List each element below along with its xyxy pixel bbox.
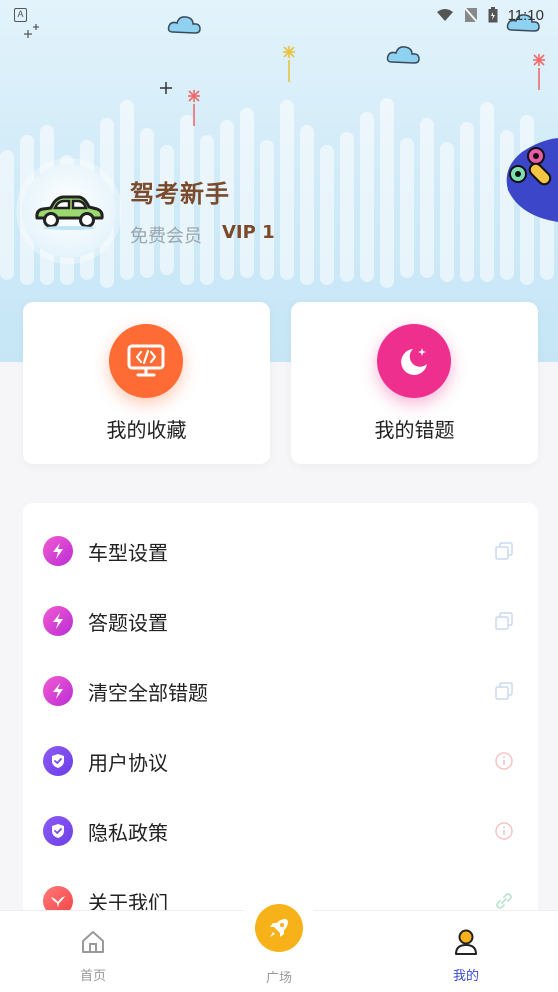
car-icon bbox=[35, 195, 104, 230]
info-icon bbox=[494, 751, 514, 771]
tab-label: 首页 bbox=[79, 969, 106, 984]
menu-item-label: 车型设置 bbox=[88, 540, 168, 565]
menu-item-answer-settings[interactable]: 答题设置 bbox=[23, 586, 538, 656]
tab-label: 我的 bbox=[452, 969, 479, 984]
rocket-icon bbox=[270, 919, 288, 937]
menu-item-user-agreement[interactable]: 用户协议 bbox=[23, 726, 538, 796]
tab-home[interactable]: 首页 bbox=[33, 911, 153, 992]
settings-menu: 车型设置 答题设置 清空全部错题 用户协议 隐私政策 关于我们 bbox=[23, 503, 538, 943]
tab-label: 广场 bbox=[265, 971, 292, 986]
firework-icon bbox=[283, 46, 295, 82]
status-bar: A 11:10 bbox=[0, 0, 558, 30]
bolt-icon bbox=[43, 536, 73, 566]
rocket-button[interactable] bbox=[255, 904, 303, 952]
status-time: 11:10 bbox=[507, 6, 544, 24]
menu-item-privacy-policy[interactable]: 隐私政策 bbox=[23, 796, 538, 866]
member-tier: 免费会员 bbox=[130, 226, 202, 247]
menu-item-clear-wrong-questions[interactable]: 清空全部错题 bbox=[23, 656, 538, 726]
notification-a-icon: A bbox=[14, 8, 27, 22]
tab-mine[interactable]: 我的 bbox=[406, 911, 526, 992]
code-monitor-icon bbox=[109, 324, 183, 398]
copy-icon bbox=[494, 611, 514, 631]
wifi-icon bbox=[436, 9, 453, 21]
mascot-icon[interactable] bbox=[500, 138, 558, 222]
user-name: 驾考新手 bbox=[130, 180, 230, 208]
square-fab[interactable] bbox=[240, 889, 318, 967]
avatar[interactable] bbox=[22, 164, 116, 258]
firework-icon bbox=[188, 90, 200, 126]
shield-icon bbox=[43, 746, 73, 776]
info-icon bbox=[494, 821, 514, 841]
copy-icon bbox=[494, 681, 514, 701]
no-sim-icon bbox=[463, 7, 478, 23]
vip-level: VIP 1 bbox=[222, 222, 275, 243]
my-favorites-label: 我的收藏 bbox=[106, 418, 187, 442]
menu-item-label: 用户协议 bbox=[88, 750, 168, 775]
menu-item-vehicle-settings[interactable]: 车型设置 bbox=[23, 516, 538, 586]
my-wrong-questions-card[interactable]: 我的错题 bbox=[291, 302, 538, 464]
firework-icon bbox=[533, 54, 545, 90]
my-wrong-questions-label: 我的错题 bbox=[374, 418, 455, 442]
cloud-icon bbox=[386, 46, 420, 64]
menu-item-label: 答题设置 bbox=[88, 610, 168, 635]
menu-item-label: 隐私政策 bbox=[88, 820, 168, 845]
sparkle-icon bbox=[160, 82, 172, 94]
moon-icon bbox=[377, 324, 451, 398]
home-icon bbox=[78, 927, 108, 957]
copy-icon bbox=[494, 541, 514, 561]
battery-icon bbox=[488, 7, 498, 23]
link-icon bbox=[494, 891, 514, 911]
menu-item-label: 清空全部错题 bbox=[88, 680, 208, 705]
my-favorites-card[interactable]: 我的收藏 bbox=[23, 302, 270, 464]
user-icon bbox=[451, 927, 481, 957]
shield-icon bbox=[43, 816, 73, 846]
bolt-icon bbox=[43, 676, 73, 706]
bolt-icon bbox=[43, 606, 73, 636]
